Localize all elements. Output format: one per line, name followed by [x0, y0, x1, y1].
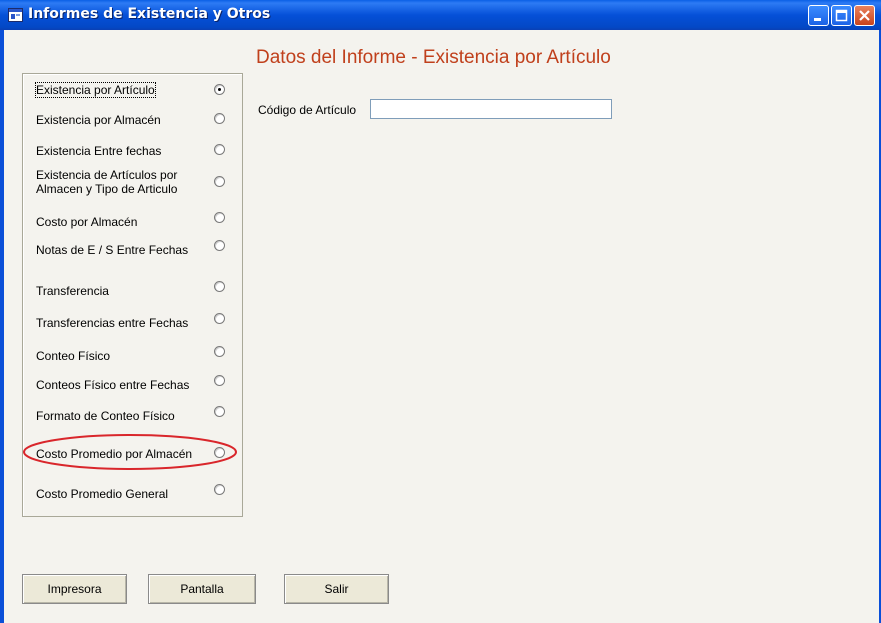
radio-button[interactable] — [214, 375, 225, 386]
radio-button[interactable] — [214, 240, 225, 251]
pantalla-button[interactable]: Pantalla — [148, 574, 256, 604]
window-title: Informes de Existencia y Otros — [28, 6, 271, 22]
codigo-articulo-input[interactable] — [370, 99, 612, 119]
radio-button[interactable] — [214, 176, 225, 187]
title-bar[interactable]: Informes de Existencia y Otros — [0, 0, 881, 30]
app-window-icon — [8, 8, 23, 22]
impresora-button[interactable]: Impresora — [22, 574, 127, 604]
report-header-title: Datos del Informe - Existencia por Artíc… — [256, 47, 611, 68]
radio-button[interactable] — [214, 313, 225, 324]
salir-label: Salir — [324, 582, 349, 596]
pantalla-label: Pantalla — [180, 582, 224, 596]
impresora-label: Impresora — [47, 582, 102, 596]
option-label[interactable]: Notas de E / S Entre Fechas — [36, 243, 188, 257]
option-label[interactable]: Existencia de Artículos por Almacen y Ti… — [36, 168, 206, 196]
radio-button[interactable] — [214, 484, 225, 495]
option-label[interactable]: Existencia por Almacén — [36, 113, 161, 127]
minimize-button[interactable] — [808, 5, 829, 26]
annotation-highlight-ellipse — [23, 434, 237, 470]
radio-button[interactable] — [214, 212, 225, 223]
option-label[interactable]: Costo por Almacén — [36, 215, 137, 229]
radio-button[interactable] — [214, 84, 225, 95]
option-label[interactable]: Formato de Conteo Físico — [36, 409, 175, 423]
radio-button[interactable] — [214, 113, 225, 124]
maximize-icon — [835, 9, 848, 22]
radio-button[interactable] — [214, 281, 225, 292]
option-label[interactable]: Transferencias entre Fechas — [36, 316, 188, 330]
radio-button[interactable] — [214, 346, 225, 357]
option-label[interactable]: Transferencia — [36, 284, 109, 298]
option-label[interactable]: Costo Promedio General — [36, 487, 168, 501]
close-icon — [859, 10, 870, 21]
radio-button[interactable] — [214, 144, 225, 155]
option-label[interactable]: Existencia Entre fechas — [36, 144, 161, 158]
radio-button[interactable] — [214, 406, 225, 417]
window-border-left — [0, 30, 4, 623]
minimize-icon — [814, 18, 821, 21]
maximize-button[interactable] — [831, 5, 852, 26]
option-label[interactable]: Conteos Físico entre Fechas — [36, 378, 189, 392]
option-label[interactable]: Conteo Físico — [36, 349, 110, 363]
option-label[interactable]: Existencia por Artículo — [35, 82, 156, 98]
salir-button[interactable]: Salir — [284, 574, 389, 604]
close-button[interactable] — [854, 5, 875, 26]
codigo-articulo-label: Código de Artículo — [258, 103, 357, 117]
report-window: Informes de Existencia y Otros Datos del… — [0, 0, 881, 623]
